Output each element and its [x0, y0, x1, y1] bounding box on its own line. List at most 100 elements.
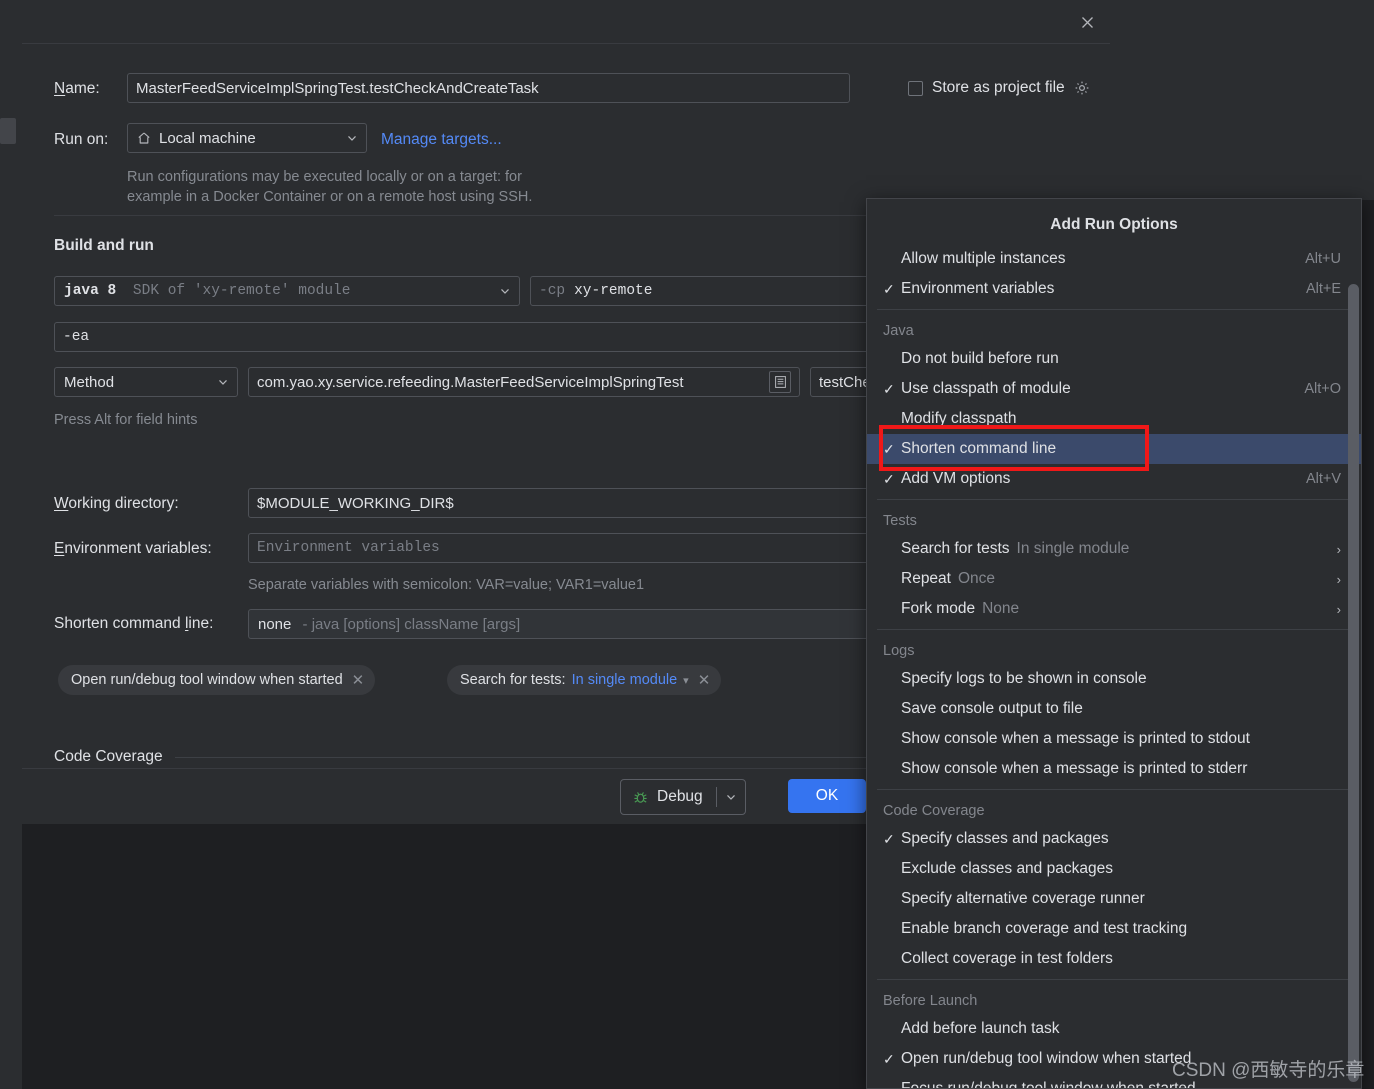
menu-item-label: Show console when a message is printed t…	[901, 730, 1250, 747]
close-icon[interactable]: ✕	[698, 673, 711, 688]
working-directory-label: Working directory:	[54, 495, 179, 512]
menu-item-specify-logs[interactable]: Specify logs to be shown in console	[867, 664, 1361, 694]
field-hints-text: Press Alt for field hints	[54, 412, 198, 428]
bug-icon	[633, 790, 648, 805]
check-icon: ✓	[883, 280, 895, 297]
chevron-right-icon: ›	[1336, 571, 1341, 587]
menu-item-add-before-launch-task[interactable]: Add before launch task	[867, 1014, 1361, 1044]
dialog-titlebar	[22, 0, 1110, 44]
chevron-right-icon: ›	[1336, 601, 1341, 617]
ok-button[interactable]: OK	[788, 779, 866, 813]
menu-item-show-console-stdout[interactable]: Show console when a message is printed t…	[867, 724, 1361, 754]
section-divider	[54, 215, 890, 216]
menu-item-label: Search for tests	[901, 540, 1010, 557]
menu-group-label-tests: Tests	[883, 513, 917, 529]
manage-targets-link[interactable]: Manage targets...	[381, 131, 502, 149]
vm-options-input[interactable]: -ea	[54, 322, 890, 352]
menu-item-specify-alternative-coverage-runner[interactable]: Specify alternative coverage runner	[867, 884, 1361, 914]
menu-item-shorten-command-line[interactable]: ✓ Shorten command line	[867, 434, 1361, 464]
debug-button-label: Debug	[657, 788, 703, 805]
working-directory-value: $MODULE_WORKING_DIR$	[257, 494, 454, 512]
run-on-description-line-1: Run configurations may be executed local…	[127, 169, 522, 185]
shorten-command-line-description: - java [options] className [args]	[302, 615, 521, 633]
list-browse-icon[interactable]	[769, 371, 791, 393]
background-editor-panel-right	[1241, 0, 1374, 200]
menu-item-shortcut: Alt+E	[1305, 281, 1341, 297]
background-left-toolwindow-strip	[0, 42, 23, 824]
menu-item-label: Exclude classes and packages	[901, 860, 1113, 877]
menu-item-label: Shorten command line	[901, 440, 1057, 457]
vm-options-value: -ea	[63, 329, 90, 345]
environment-variables-placeholder: Environment variables	[257, 540, 440, 556]
classpath-flag: -cp	[539, 283, 566, 299]
menu-item-label: Collect coverage in test folders	[901, 950, 1113, 967]
environment-variables-label: Environment variables:	[54, 540, 212, 557]
menu-item-enable-branch-coverage[interactable]: Enable branch coverage and test tracking	[867, 914, 1361, 944]
menu-item-show-console-stderr[interactable]: Show console when a message is printed t…	[867, 754, 1361, 784]
menu-divider	[877, 629, 1351, 630]
menu-item-search-for-tests[interactable]: Search for tests In single module ›	[867, 534, 1361, 564]
check-icon: ✓	[883, 830, 895, 847]
store-as-project-file-checkbox[interactable]: Store as project file	[908, 79, 1090, 97]
jdk-module-hint: SDK of 'xy-remote' module	[132, 283, 351, 299]
menu-group-label-logs: Logs	[883, 643, 915, 659]
menu-divider	[877, 309, 1351, 310]
shorten-command-line-label: Shorten command line:	[54, 615, 214, 632]
menu-item-use-classpath-of-module[interactable]: ✓ Use classpath of module Alt+O	[867, 374, 1361, 404]
close-icon[interactable]	[1074, 9, 1100, 35]
code-coverage-section-header: Code Coverage	[54, 748, 890, 766]
chevron-down-icon: ▾	[683, 674, 689, 687]
menu-group-label-java: Java	[883, 323, 914, 339]
menu-item-do-not-build-before-run[interactable]: Do not build before run	[867, 344, 1361, 374]
classpath-module-value: xy-remote	[574, 283, 653, 299]
check-icon: ✓	[883, 440, 895, 457]
chevron-down-icon[interactable]	[717, 780, 745, 814]
menu-item-subvalue: In single module	[1016, 540, 1130, 557]
menu-item-label: Environment variables	[901, 280, 1055, 297]
chip-search-for-tests[interactable]: Search for tests: In single module ▾ ✕	[447, 665, 722, 695]
background-editor-panel-left	[1110, 0, 1242, 200]
menu-item-label: Specify alternative coverage runner	[901, 890, 1145, 907]
working-directory-input[interactable]: $MODULE_WORKING_DIR$	[248, 488, 890, 518]
run-on-target-value: Local machine	[159, 129, 256, 147]
chevron-right-icon: ›	[1336, 541, 1341, 557]
chevron-down-icon	[344, 130, 360, 146]
menu-item-environment-variables[interactable]: ✓ Environment variables Alt+E	[867, 274, 1361, 304]
chip-open-run-debug-tool-window[interactable]: Open run/debug tool window when started …	[58, 665, 376, 695]
popup-scrollbar-track[interactable]	[1348, 284, 1359, 1084]
menu-item-repeat[interactable]: Repeat Once ›	[867, 564, 1361, 594]
gear-icon[interactable]	[1074, 80, 1090, 96]
menu-item-allow-multiple-instances[interactable]: Allow multiple instances Alt+U	[867, 244, 1361, 274]
shorten-command-line-combo[interactable]: none - java [options] className [args]	[248, 609, 890, 639]
name-input[interactable]: MasterFeedServiceImplSpringTest.testChec…	[127, 73, 850, 103]
run-on-target-combo[interactable]: Local machine	[127, 123, 367, 153]
check-icon: ✓	[883, 380, 895, 397]
debug-button[interactable]: Debug	[620, 779, 746, 815]
jdk-combo[interactable]: java 8 SDK of 'xy-remote' module	[54, 276, 520, 306]
test-class-value: com.yao.xy.service.refeeding.MasterFeedS…	[257, 373, 684, 391]
test-class-input[interactable]: com.yao.xy.service.refeeding.MasterFeedS…	[248, 367, 800, 397]
menu-item-exclude-classes-and-packages[interactable]: Exclude classes and packages	[867, 854, 1361, 884]
menu-item-label: Do not build before run	[901, 350, 1059, 367]
menu-item-add-vm-options[interactable]: ✓ Add VM options Alt+V	[867, 464, 1361, 494]
popup-scrollbar-thumb[interactable]	[1348, 284, 1359, 1082]
checkbox-box-icon	[908, 80, 923, 96]
menu-divider	[877, 979, 1351, 980]
environment-variables-input[interactable]: Environment variables	[248, 533, 890, 563]
popup-title: Add Run Options	[1050, 216, 1178, 233]
menu-divider	[877, 789, 1351, 790]
menu-item-label: Allow multiple instances	[901, 250, 1066, 267]
background-tool-tab-stub[interactable]	[0, 118, 16, 144]
menu-item-label: Repeat	[901, 570, 951, 587]
check-icon: ✓	[883, 1050, 895, 1067]
menu-item-fork-mode[interactable]: Fork mode None ›	[867, 594, 1361, 624]
close-icon[interactable]: ✕	[352, 673, 365, 688]
menu-item-modify-classpath[interactable]: Modify classpath	[867, 404, 1361, 434]
menu-item-collect-coverage-in-test-folders[interactable]: Collect coverage in test folders	[867, 944, 1361, 974]
menu-item-specify-classes-and-packages[interactable]: ✓ Specify classes and packages	[867, 824, 1361, 854]
menu-item-shortcut: Alt+O	[1304, 381, 1341, 397]
test-kind-combo[interactable]: Method	[54, 367, 238, 397]
menu-item-save-console-output[interactable]: Save console output to file	[867, 694, 1361, 724]
classpath-module-input[interactable]: -cp xy-remote	[530, 276, 890, 306]
chip-label: Search for tests:	[460, 672, 566, 688]
